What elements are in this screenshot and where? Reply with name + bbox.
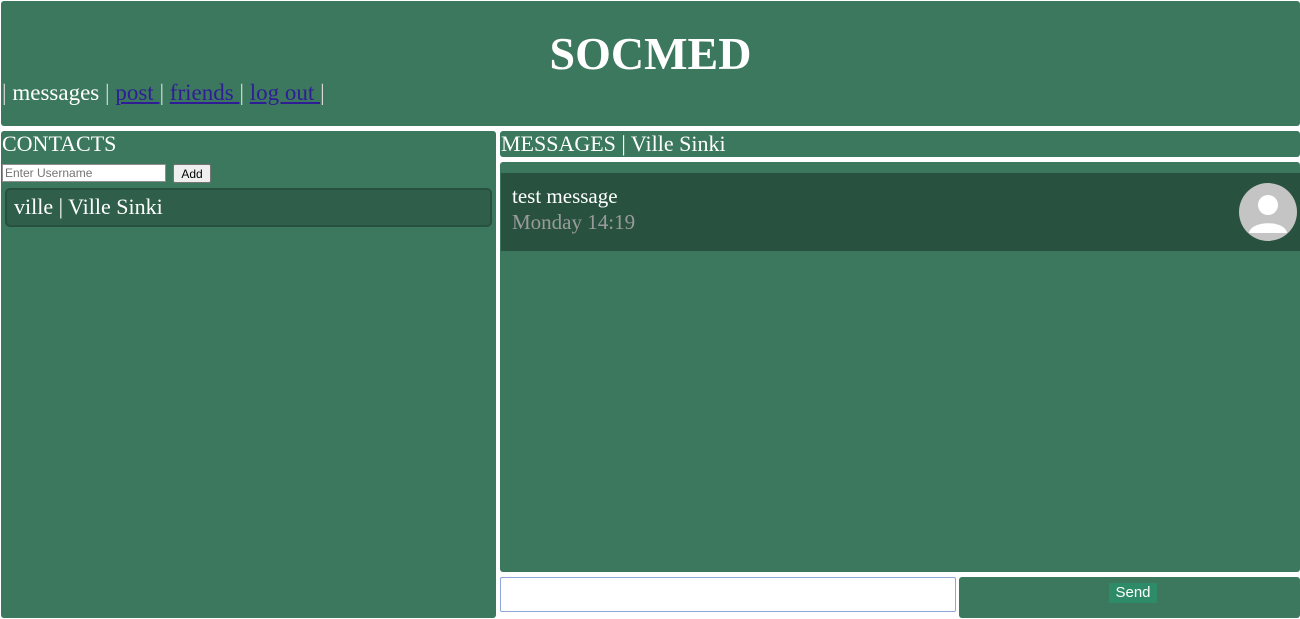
site-header: SOCMED | messages | post | friends | log… [1, 1, 1300, 126]
messages-header: MESSAGES | Ville Sinki [500, 131, 1300, 157]
nav-link-friends[interactable]: friends [170, 80, 240, 105]
nav-separator: | [159, 80, 165, 105]
site-title: SOCMED [549, 28, 752, 79]
nav-item-messages[interactable]: messages [12, 80, 99, 105]
message-text: test message [512, 184, 618, 208]
nav-separator: | [104, 80, 110, 105]
nav-separator: | [2, 80, 7, 105]
nav-separator: | [239, 80, 245, 105]
contact-item[interactable]: ville | Ville Sinki [5, 188, 492, 227]
send-area: Send [959, 577, 1300, 618]
messages-title: MESSAGES | Ville Sinki [501, 131, 726, 156]
send-button[interactable]: Send [1109, 583, 1157, 603]
message-card: test message Monday 14:19 [501, 173, 1300, 251]
messages-panel[interactable]: test message Monday 14:19 [500, 162, 1300, 572]
add-contact-button[interactable]: Add [173, 164, 211, 183]
nav-link-post[interactable]: post [115, 80, 159, 105]
message-input[interactable] [500, 577, 956, 612]
contacts-title: CONTACTS [2, 131, 117, 156]
user-avatar-icon [1239, 183, 1297, 241]
username-input[interactable] [2, 164, 166, 182]
nav-link-log-out[interactable]: log out [250, 80, 320, 105]
message-timestamp: Monday 14:19 [512, 210, 636, 234]
contacts-panel: CONTACTS Add ville | Ville Sinki [1, 131, 496, 618]
nav-bar: | messages | post | friends | log out | [2, 79, 325, 107]
nav-separator: | [320, 80, 325, 105]
